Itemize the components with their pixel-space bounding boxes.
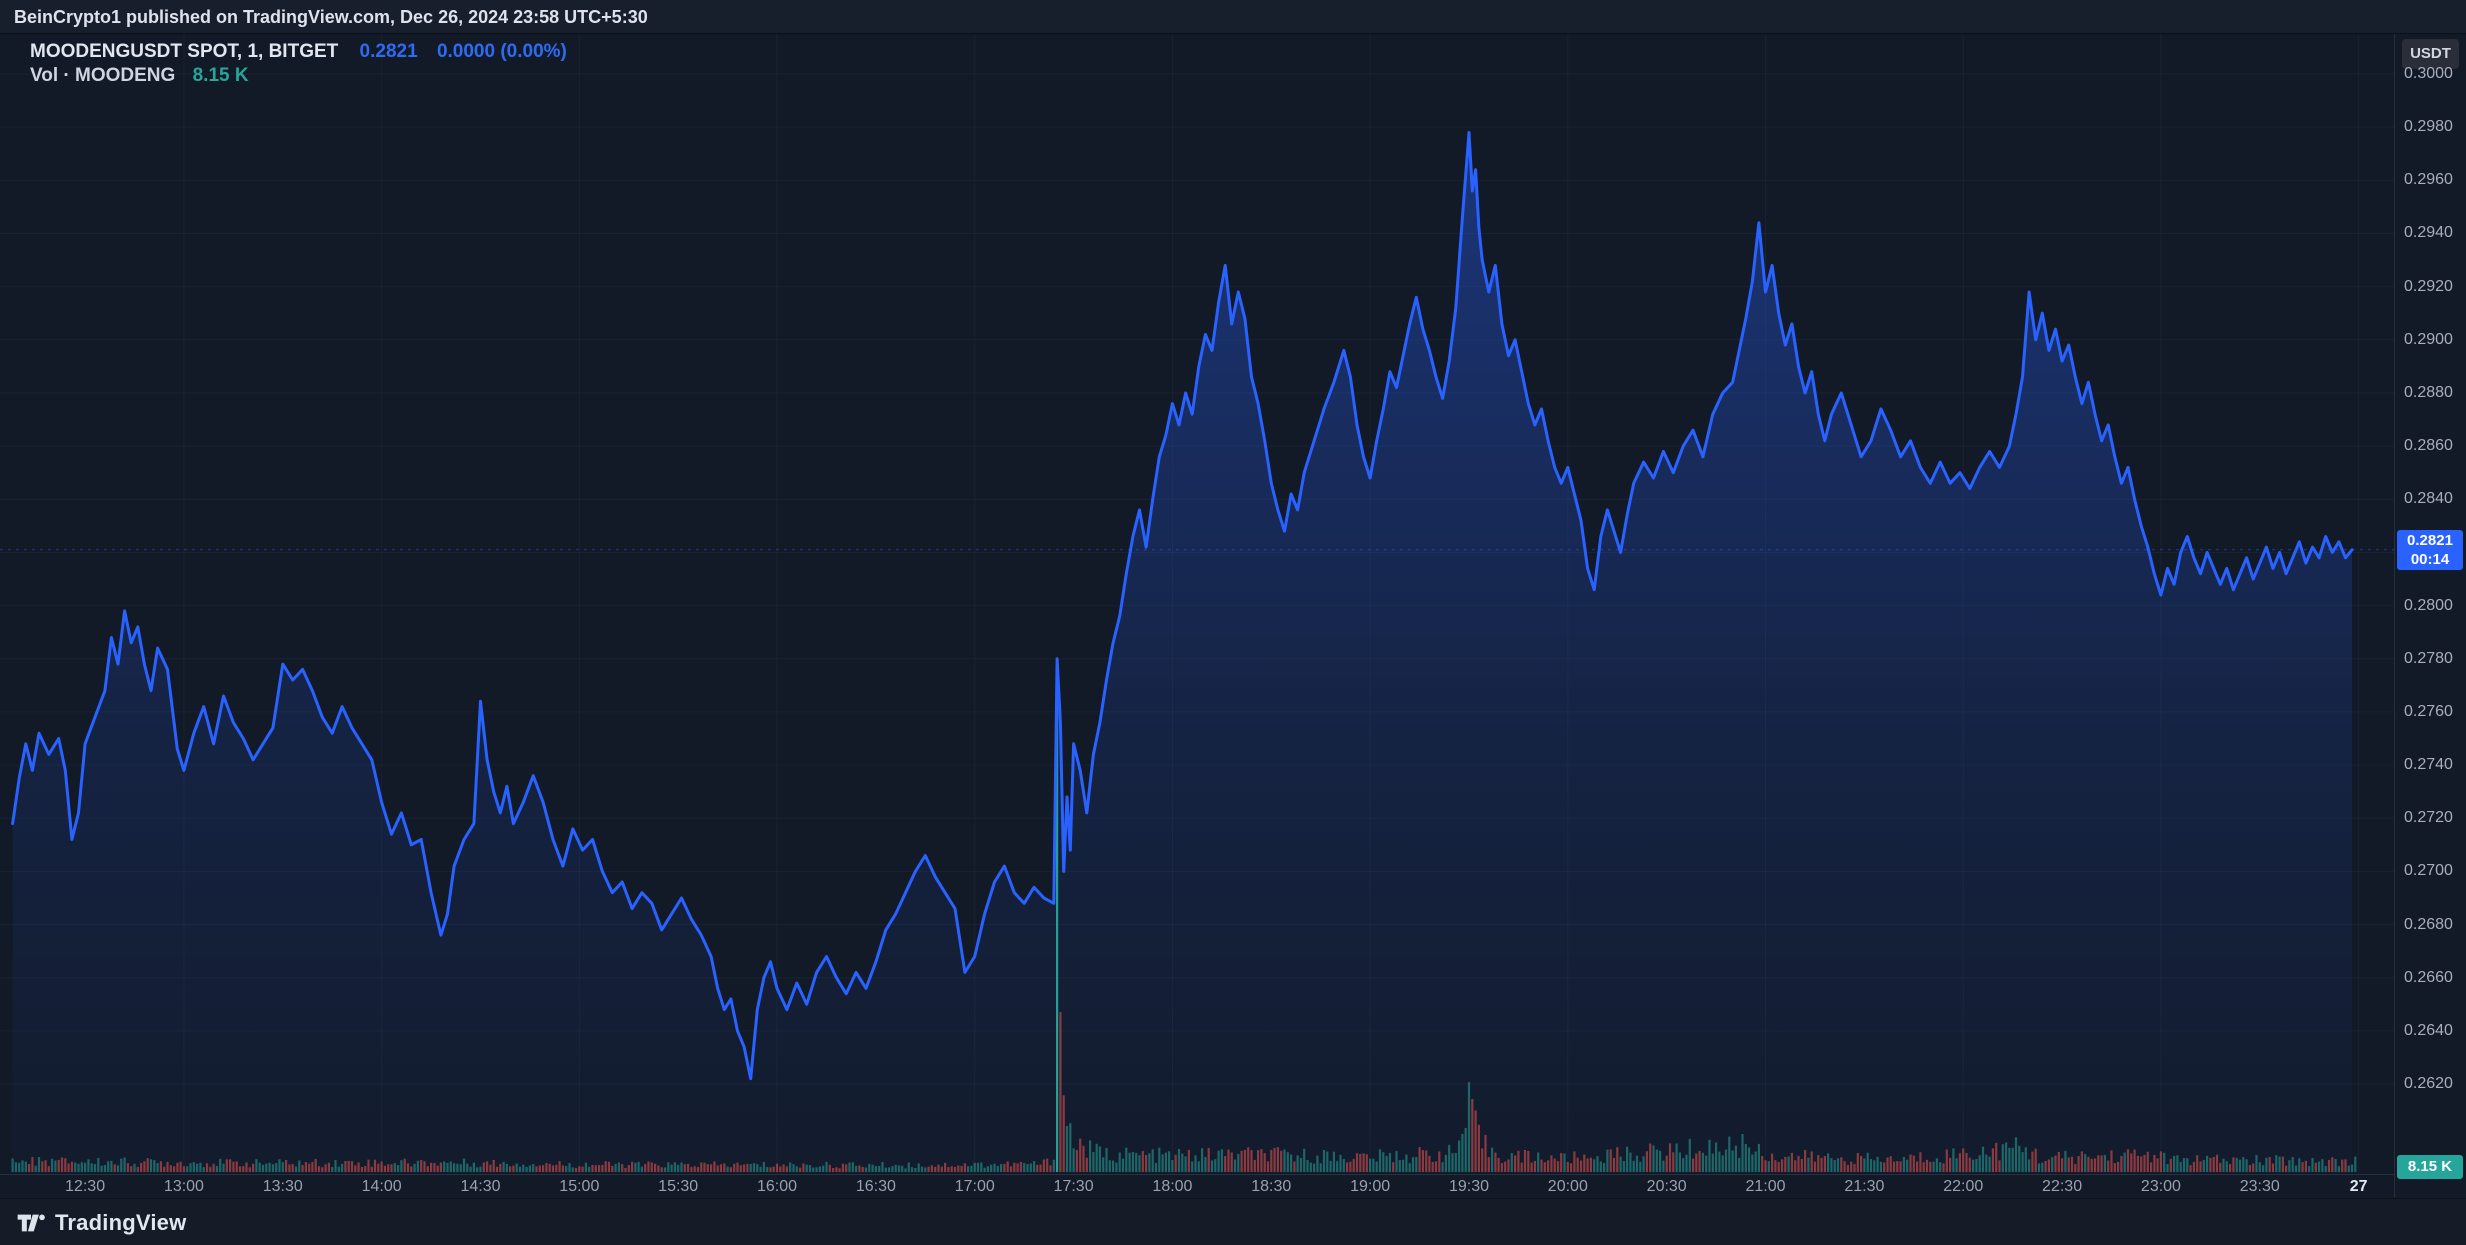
symbol-title[interactable]: MOODENGUSDT SPOT, 1, BITGET [30, 41, 338, 62]
tradingview-chart-page: BeinCrypto1 published on TradingView.com… [0, 0, 2466, 1245]
price-chart-canvas[interactable] [0, 0, 2466, 1245]
time-axis-label: 14:30 [460, 1177, 500, 1197]
chart-legend: MOODENGUSDT SPOT, 1, BITGET 0.2821 0.000… [30, 40, 581, 88]
time-axis-label: 15:00 [559, 1177, 599, 1197]
price-axis-label: 0.2680 [2404, 915, 2453, 935]
time-axis-label: 18:30 [1251, 1177, 1291, 1197]
price-axis-label: 0.2920 [2404, 277, 2453, 297]
time-axis-label: 23:00 [2141, 1177, 2181, 1197]
price-axis-label: 0.2780 [2404, 649, 2453, 669]
price-axis-label: 0.3000 [2404, 64, 2453, 84]
price-axis-label: 0.2900 [2404, 330, 2453, 350]
price-axis-label: 0.2800 [2404, 596, 2453, 616]
time-axis-label: 17:30 [1054, 1177, 1094, 1197]
last-price-badge: 0.2821 00:14 [2397, 530, 2463, 570]
last-price-value: 0.2821 [360, 41, 418, 62]
time-axis-label: 22:30 [2042, 1177, 2082, 1197]
time-axis-label: 21:30 [1844, 1177, 1884, 1197]
tradingview-home-link[interactable]: TradingView [16, 1199, 186, 1245]
tradingview-logo-icon [16, 1211, 46, 1235]
time-axis-label: 16:30 [856, 1177, 896, 1197]
time-axis[interactable]: 12:30 13:00 13:30 14:00 14:30 15:00 15:30 16:00… [0, 1174, 2394, 1198]
time-axis-label: 13:00 [164, 1177, 204, 1197]
price-axis[interactable]: USDT 0.2821 00:14 8.15 K 0.30000.29800.2… [2394, 34, 2466, 1198]
time-axis-label: 27 [2350, 1177, 2368, 1197]
price-change-value: 0.0000 (0.00%) [437, 41, 567, 62]
volume-indicator-label[interactable]: Vol · MOODENG [30, 65, 175, 86]
price-axis-label: 0.2640 [2404, 1021, 2453, 1041]
time-axis-label: 19:30 [1449, 1177, 1489, 1197]
price-axis-label: 0.2760 [2404, 702, 2453, 722]
time-axis-label: 15:30 [658, 1177, 698, 1197]
footer-bar: TradingView [0, 1198, 2466, 1245]
time-axis-label: 17:00 [955, 1177, 995, 1197]
time-axis-label: 21:00 [1746, 1177, 1786, 1197]
price-axis-label: 0.2960 [2404, 170, 2453, 190]
volume-value: 8.15 K [193, 65, 249, 86]
price-axis-label: 0.2660 [2404, 968, 2453, 988]
price-axis-label: 0.2860 [2404, 436, 2453, 456]
time-axis-label: 18:00 [1152, 1177, 1192, 1197]
time-axis-label: 23:30 [2240, 1177, 2280, 1197]
price-axis-label: 0.2880 [2404, 383, 2453, 403]
price-axis-label: 0.2840 [2404, 489, 2453, 509]
price-axis-label: 0.2740 [2404, 755, 2453, 775]
time-axis-label: 14:00 [362, 1177, 402, 1197]
volume-axis-badge: 8.15 K [2397, 1155, 2463, 1179]
legend-volume-row: Vol · MOODENG 8.15 K [30, 64, 581, 88]
time-axis-label: 16:00 [757, 1177, 797, 1197]
time-axis-label: 22:00 [1943, 1177, 1983, 1197]
price-axis-label: 0.2980 [2404, 117, 2453, 137]
price-axis-label: 0.2720 [2404, 808, 2453, 828]
time-axis-label: 20:30 [1647, 1177, 1687, 1197]
last-price-badge-value: 0.2821 [2397, 531, 2463, 550]
bar-countdown-timer: 00:14 [2397, 550, 2463, 569]
legend-symbol-row: MOODENGUSDT SPOT, 1, BITGET 0.2821 0.000… [30, 40, 581, 64]
price-axis-label: 0.2940 [2404, 223, 2453, 243]
time-axis-label: 12:30 [65, 1177, 105, 1197]
time-axis-label: 13:30 [263, 1177, 303, 1197]
time-axis-label: 20:00 [1548, 1177, 1588, 1197]
time-axis-label: 19:00 [1350, 1177, 1390, 1197]
price-axis-label: 0.2620 [2404, 1074, 2453, 1094]
tradingview-wordmark: TradingView [55, 1210, 186, 1236]
price-axis-label: 0.2700 [2404, 861, 2453, 881]
